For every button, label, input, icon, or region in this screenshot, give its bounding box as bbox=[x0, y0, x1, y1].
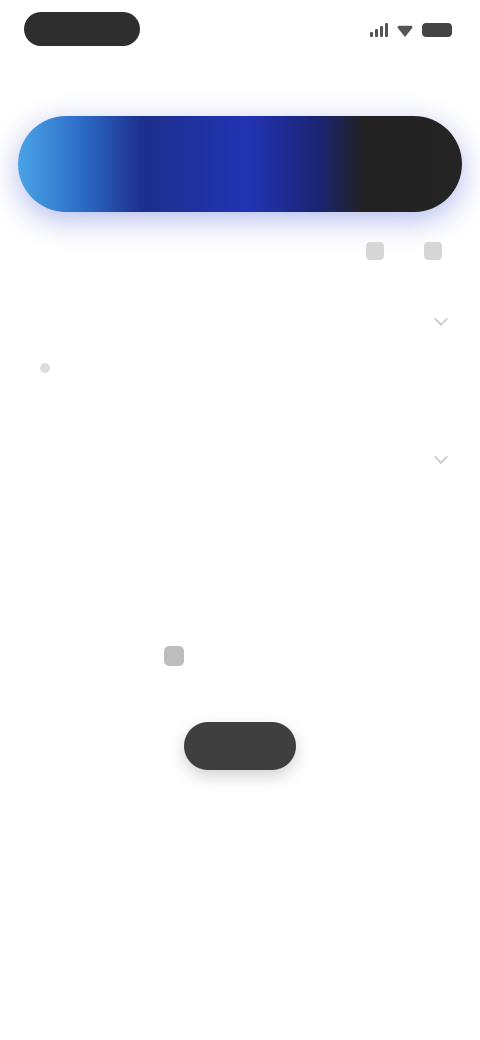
list-item[interactable] bbox=[40, 354, 440, 382]
more-icon[interactable] bbox=[424, 242, 442, 260]
bullet-icon bbox=[40, 363, 50, 373]
section-header-1[interactable] bbox=[28, 306, 452, 334]
header-banner[interactable] bbox=[18, 116, 462, 212]
meta-row bbox=[28, 236, 452, 266]
signal-icon bbox=[370, 23, 388, 37]
chevron-down-icon bbox=[433, 449, 449, 465]
wifi-icon bbox=[396, 25, 414, 37]
section-header-2[interactable] bbox=[28, 444, 452, 472]
status-bar bbox=[0, 0, 480, 60]
battery-icon bbox=[422, 23, 452, 37]
primary-action-button[interactable] bbox=[184, 722, 296, 770]
empty-state-icon bbox=[164, 646, 184, 666]
screen bbox=[0, 0, 480, 1040]
status-time bbox=[24, 12, 140, 46]
empty-state bbox=[140, 640, 340, 674]
share-icon[interactable] bbox=[366, 242, 384, 260]
status-icons bbox=[370, 20, 452, 40]
chevron-down-icon bbox=[433, 311, 449, 327]
